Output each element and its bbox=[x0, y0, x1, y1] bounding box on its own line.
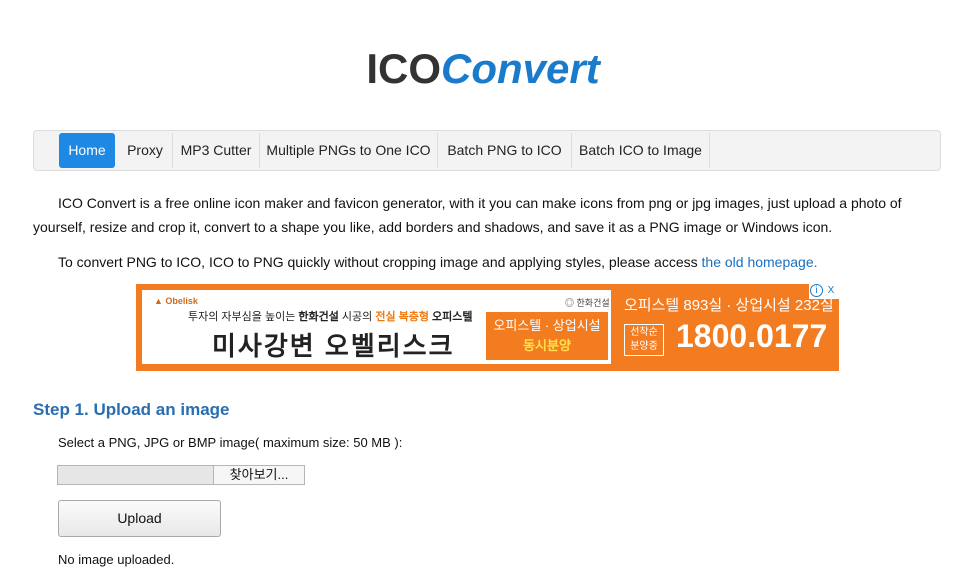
select-image-label: Select a PNG, JPG or BMP image( maximum … bbox=[58, 435, 403, 450]
ad-subline: 투자의 자부심을 높이는 한화건설 시공의 전실 복층형 오피스텔 bbox=[188, 311, 473, 323]
nav-home[interactable]: Home bbox=[59, 133, 115, 168]
ad-close-icon[interactable]: X bbox=[824, 284, 838, 298]
ad-offer-box: 오피스텔 · 상업시설 동시분양 bbox=[486, 312, 608, 360]
ad-brand-right: ◎ 한화건설 bbox=[565, 298, 610, 308]
site-logo[interactable]: ICOConvert bbox=[0, 44, 966, 94]
nav-batch-ico-image[interactable]: Batch ICO to Image bbox=[572, 133, 710, 168]
main-nav: Home Proxy MP3 Cutter Multiple PNGs to O… bbox=[33, 130, 941, 171]
old-homepage-link[interactable]: the old homepage. bbox=[702, 254, 818, 270]
ad-controls: i X bbox=[809, 284, 839, 299]
ad-brand-logo: ▲ Obelisk bbox=[154, 296, 198, 306]
ad-right-line: 오피스텔 893실 · 상업시설 232실 bbox=[624, 297, 834, 314]
step1-heading: Step 1. Upload an image bbox=[33, 400, 230, 419]
intro-paragraph: ICO Convert is a free online icon maker … bbox=[33, 195, 902, 235]
logo-convert-text: Convert bbox=[440, 45, 600, 92]
nav-batch-png-ico[interactable]: Batch PNG to ICO bbox=[438, 133, 572, 168]
old-homepage-paragraph: To convert PNG to ICO, ICO to PNG quickl… bbox=[33, 250, 938, 274]
logo-ico-text: ICO bbox=[366, 45, 441, 92]
old-homepage-text: To convert PNG to ICO, ICO to PNG quickl… bbox=[58, 254, 702, 270]
file-input[interactable]: 찾아보기... bbox=[57, 465, 305, 485]
upload-button[interactable]: Upload bbox=[58, 500, 221, 537]
ad-phone-number: 1800.0177 bbox=[676, 318, 828, 354]
nav-multiple-pngs[interactable]: Multiple PNGs to One ICO bbox=[260, 133, 438, 168]
advertisement-banner[interactable]: ▲ Obelisk ◎ 한화건설 투자의 자부심을 높이는 한화건설 시공의 전… bbox=[136, 284, 839, 371]
ad-badge: 선착순 분양중 bbox=[624, 324, 664, 356]
ad-info-icon[interactable]: i bbox=[810, 284, 823, 297]
nav-proxy[interactable]: Proxy bbox=[118, 133, 173, 168]
browse-button[interactable]: 찾아보기... bbox=[213, 465, 305, 485]
nav-mp3-cutter[interactable]: MP3 Cutter bbox=[173, 133, 260, 168]
ad-headline: 미사강변 오벨리스크 bbox=[212, 331, 455, 361]
upload-status: No image uploaded. bbox=[58, 552, 175, 567]
ad-left-panel: ▲ Obelisk ◎ 한화건설 투자의 자부심을 높이는 한화건설 시공의 전… bbox=[142, 290, 611, 364]
